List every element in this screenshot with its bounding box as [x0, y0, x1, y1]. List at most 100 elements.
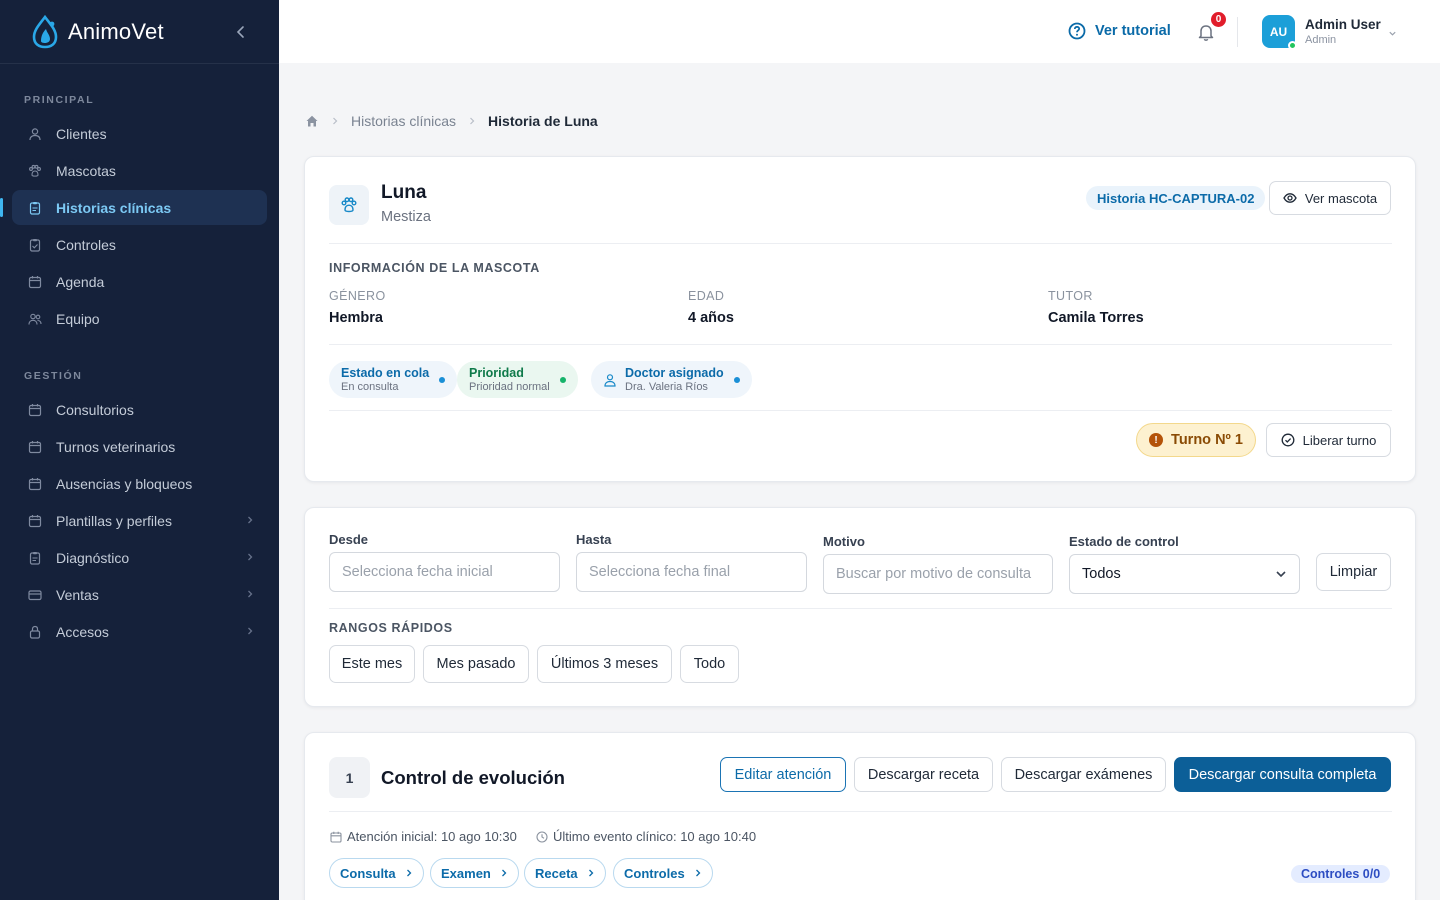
topbar-divider: [1237, 17, 1238, 47]
avatar-initials: AU: [1269, 24, 1288, 39]
divider: [329, 410, 1392, 411]
from-date-label: Desde: [329, 532, 369, 547]
sidebar-item-controles[interactable]: Controles: [12, 227, 267, 262]
app-name: AnimoVet: [68, 18, 164, 44]
collapse-sidebar-icon[interactable]: [233, 24, 249, 40]
clipboard-icon: [29, 551, 41, 565]
priority-value: Prioridad normal: [469, 381, 550, 393]
tab-consulta[interactable]: Consulta: [329, 858, 424, 888]
chevron-right-icon: [695, 869, 701, 877]
controls-count-badge: Controles 0/0: [1291, 865, 1391, 883]
tab-label: Receta: [535, 865, 578, 881]
tutorial-link[interactable]: Ver tutorial: [1068, 22, 1171, 40]
view-pet-button[interactable]: Ver mascota: [1269, 181, 1391, 215]
turn-number-badge: ! Turno Nº 1: [1136, 423, 1256, 457]
tutorial-label: Ver tutorial: [1095, 23, 1171, 39]
edit-attention-button[interactable]: Editar atención: [720, 757, 846, 792]
initial-attention-value: 10 ago 10:30: [440, 829, 517, 844]
tab-examen[interactable]: Examen: [430, 858, 519, 888]
control-status-label: Estado de control: [1069, 534, 1179, 549]
reason-label: Motivo: [823, 534, 865, 549]
sidebar-item-ausencias[interactable]: Ausencias y bloqueos: [12, 466, 267, 501]
calendar-icon: [28, 403, 42, 416]
quick-ranges-title: RANGOS RÁPIDOS: [329, 621, 453, 635]
clear-filters-button[interactable]: Limpiar: [1316, 553, 1391, 591]
sidebar-item-diagnostico[interactable]: Diagnóstico: [12, 540, 267, 575]
queue-status-chip: Estado en cola En consulta: [329, 361, 458, 398]
gender-label: GÉNERO: [329, 289, 386, 303]
calendar-icon: [28, 477, 42, 490]
reason-search-input[interactable]: Buscar por motivo de consulta: [823, 554, 1053, 594]
breadcrumb: Historias clínicas Historia de Luna: [305, 113, 598, 129]
sidebar-item-clientes[interactable]: Clientes: [12, 116, 267, 151]
sidebar-item-label: Ventas: [56, 586, 99, 603]
control-status-select[interactable]: Todos: [1069, 554, 1300, 594]
sidebar-item-accesos[interactable]: Accesos: [12, 614, 267, 649]
tab-label: Examen: [441, 865, 491, 881]
breadcrumb-current: Historia de Luna: [488, 113, 598, 129]
paw-icon: [29, 164, 41, 177]
sidebar-item-label: Controles: [56, 236, 116, 253]
tab-controles[interactable]: Controles: [613, 858, 713, 888]
sidebar-item-equipo[interactable]: Equipo: [12, 301, 267, 336]
priority-title: Prioridad: [469, 366, 524, 380]
release-turn-label: Liberar turno: [1302, 432, 1377, 448]
sidebar-item-label: Diagnóstico: [56, 549, 130, 566]
sidebar-item-label: Equipo: [56, 310, 100, 327]
main-content: Historias clínicas Historia de Luna Luna…: [279, 63, 1440, 900]
release-turn-button[interactable]: Liberar turno: [1266, 423, 1391, 457]
tab-label: Controles: [624, 865, 685, 881]
reason-placeholder: Buscar por motivo de consulta: [836, 566, 1032, 582]
pet-summary-card: Luna Mestiza Historia HC-CAPTURA-02 Ver …: [304, 156, 1416, 482]
pet-avatar: [329, 185, 369, 225]
range-last-month-button[interactable]: Mes pasado: [423, 645, 529, 683]
sidebar-item-historias-clinicas[interactable]: Historias clínicas: [0, 190, 267, 225]
tab-receta[interactable]: Receta: [524, 858, 606, 888]
divider: [329, 243, 1392, 244]
filters-card: Desde Selecciona fecha inicial Hasta Sel…: [304, 507, 1416, 707]
lock-icon: [29, 625, 41, 639]
calendar-icon: [28, 275, 42, 288]
download-prescription-button[interactable]: Descargar receta: [854, 757, 993, 792]
sidebar-item-turnos-veterinarios[interactable]: Turnos veterinarios: [12, 429, 267, 464]
range-all-button[interactable]: Todo: [680, 645, 739, 683]
sidebar-item-label: Plantillas y perfiles: [56, 512, 172, 529]
age-value: 4 años: [688, 310, 734, 326]
range-this-month-button[interactable]: Este mes: [329, 645, 415, 683]
range-last-3-months-button[interactable]: Últimos 3 meses: [537, 645, 672, 683]
chevron-right-icon: [248, 553, 253, 561]
sidebar-item-plantillas[interactable]: Plantillas y perfiles: [12, 503, 267, 538]
sidebar-item-label: Turnos veterinarios: [56, 438, 176, 455]
download-full-consultation-button[interactable]: Descargar consulta completa: [1174, 757, 1391, 792]
tutor-label: TUTOR: [1048, 289, 1093, 303]
status-dot: [439, 376, 446, 383]
check-circle-icon: [1281, 433, 1295, 447]
doctor-icon: [604, 373, 616, 387]
breadcrumb-parent-link[interactable]: Historias clínicas: [351, 113, 456, 129]
clipboard-icon: [29, 238, 41, 252]
to-date-input[interactable]: Selecciona fecha final: [576, 552, 807, 592]
sidebar-item-agenda[interactable]: Agenda: [12, 264, 267, 299]
clock-icon: [536, 830, 548, 843]
gender-value: Hembra: [329, 310, 383, 326]
control-status-value: Todos: [1082, 566, 1121, 582]
to-date-placeholder: Selecciona fecha final: [589, 564, 731, 580]
sidebar-section-gestion: GESTIÓN: [24, 370, 83, 382]
assigned-doctor-chip: Doctor asignado Dra. Valeria Ríos: [591, 361, 752, 398]
divider: [329, 608, 1392, 609]
chevron-right-icon: [588, 869, 594, 877]
sidebar-item-mascotas[interactable]: Mascotas: [12, 153, 267, 188]
download-exams-button[interactable]: Descargar exámenes: [1001, 757, 1166, 792]
user-menu[interactable]: AU Admin User Admin: [1262, 15, 1396, 50]
sidebar-item-label: Historias clínicas: [56, 199, 172, 216]
view-pet-label: Ver mascota: [1304, 190, 1378, 206]
sidebar-item-consultorios[interactable]: Consultorios: [12, 392, 267, 427]
from-date-input[interactable]: Selecciona fecha inicial: [329, 552, 560, 592]
record-title: Control de evolución: [381, 767, 565, 788]
chevron-right-icon: [501, 869, 507, 877]
sidebar-item-ventas[interactable]: Ventas: [12, 577, 267, 612]
pet-breed: Mestiza: [381, 209, 431, 225]
chevron-right-icon: [470, 117, 475, 125]
home-icon[interactable]: [305, 114, 319, 128]
assigned-doctor-value: Dra. Valeria Ríos: [625, 381, 708, 393]
